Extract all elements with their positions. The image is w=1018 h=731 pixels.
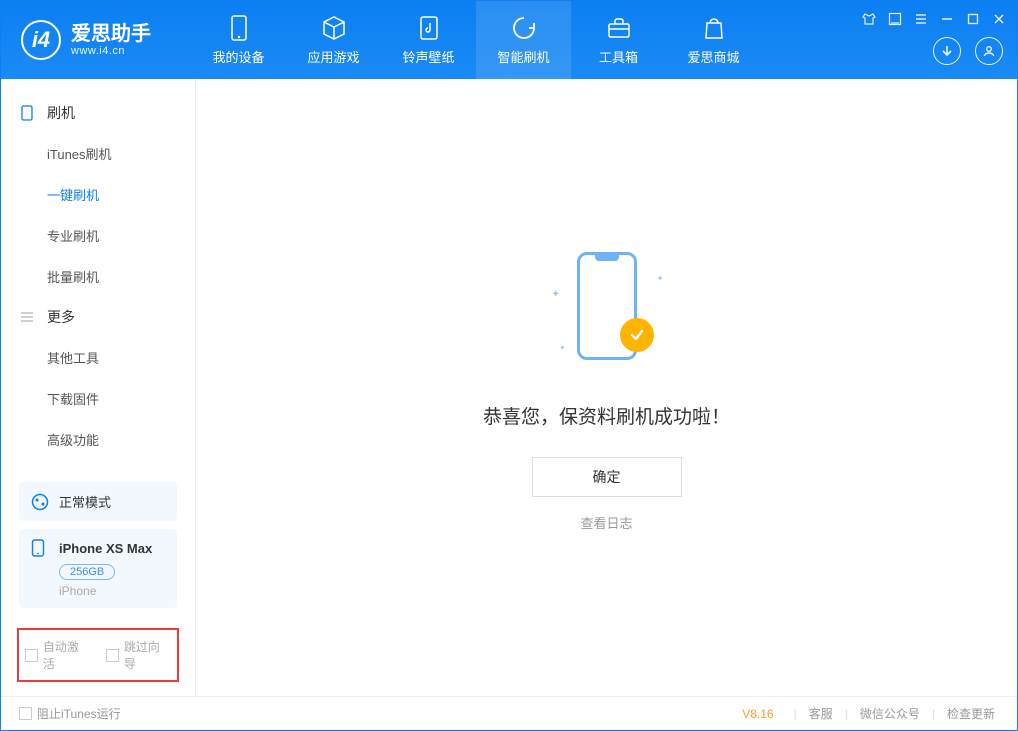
view-log-link[interactable]: 查看日志: [580, 513, 632, 532]
nav-tab-store[interactable]: 爱思商城: [666, 1, 761, 79]
version-label: V8.16: [742, 707, 773, 721]
toolbox-icon: [606, 15, 632, 41]
feedback-icon[interactable]: [887, 11, 903, 27]
header: i4 爱思助手 www.i4.cn 我的设备 应用游戏 铃声壁纸 智能刷机: [1, 1, 1017, 79]
header-actions: [933, 37, 1003, 65]
sidebar-item-other-tools[interactable]: 其他工具: [1, 337, 195, 378]
list-icon: [19, 309, 35, 325]
sidebar-item-pro-flash[interactable]: 专业刷机: [1, 215, 195, 256]
sparkle-icon: ✦: [657, 274, 664, 283]
success-illustration: ✦ ✦ ✦: [542, 244, 672, 374]
window-controls: [861, 11, 1007, 27]
device-name: iPhone XS Max: [59, 541, 152, 556]
body: 刷机 iTunes刷机 一键刷机 专业刷机 批量刷机 更多 其他工具 下载固件 …: [1, 79, 1017, 696]
success-message: 恭喜您，保资料刷机成功啦！: [483, 402, 730, 429]
nav-tab-smart-flash[interactable]: 智能刷机: [476, 1, 571, 79]
checkbox-icon: [106, 649, 119, 662]
user-button[interactable]: [975, 37, 1003, 65]
main-content: ✦ ✦ ✦ 恭喜您，保资料刷机成功啦！ 确定 查看日志: [196, 79, 1017, 696]
nav-tab-apps-games[interactable]: 应用游戏: [286, 1, 381, 79]
checkbox-icon: [25, 649, 38, 662]
app-window: i4 爱思助手 www.i4.cn 我的设备 应用游戏 铃声壁纸 智能刷机: [0, 0, 1018, 731]
logo-icon: i4: [21, 20, 61, 60]
refresh-shield-icon: [511, 15, 537, 41]
mode-icon: [31, 493, 49, 511]
status-link-wechat[interactable]: 微信公众号: [856, 705, 924, 722]
checkbox-auto-activate[interactable]: 自动激活: [25, 638, 90, 672]
device-icon: [31, 539, 49, 557]
status-link-check-update[interactable]: 检查更新: [943, 705, 999, 722]
checkbox-icon: [19, 707, 32, 720]
minimize-button[interactable]: [939, 11, 955, 27]
sidebar-section-flash[interactable]: 刷机: [1, 93, 195, 133]
logo-subtitle: www.i4.cn: [71, 45, 151, 57]
maximize-button[interactable]: [965, 11, 981, 27]
status-link-support[interactable]: 客服: [805, 705, 837, 722]
nav-tabs: 我的设备 应用游戏 铃声壁纸 智能刷机 工具箱 爱思商城: [191, 1, 761, 79]
ok-button[interactable]: 确定: [532, 457, 682, 497]
device-type: iPhone: [59, 584, 165, 598]
shirt-icon[interactable]: [861, 11, 877, 27]
device-storage: 256GB: [59, 564, 115, 580]
menu-icon[interactable]: [913, 11, 929, 27]
checkbox-skip-guide[interactable]: 跳过向导: [106, 638, 171, 672]
sidebar-section-more[interactable]: 更多: [1, 297, 195, 337]
phone-icon: [226, 15, 252, 41]
logo-area: i4 爱思助手 www.i4.cn: [1, 20, 191, 60]
status-bar: 阻止iTunes运行 V8.16 | 客服 | 微信公众号 | 检查更新: [1, 696, 1017, 730]
close-button[interactable]: [991, 11, 1007, 27]
sparkle-icon: ✦: [552, 289, 560, 300]
cube-icon: [321, 15, 347, 41]
logo-title: 爱思助手: [71, 23, 151, 45]
mode-indicator[interactable]: 正常模式: [19, 482, 177, 521]
sidebar-item-batch-flash[interactable]: 批量刷机: [1, 256, 195, 297]
download-button[interactable]: [933, 37, 961, 65]
sidebar-item-download-firmware[interactable]: 下载固件: [1, 378, 195, 419]
sidebar: 刷机 iTunes刷机 一键刷机 专业刷机 批量刷机 更多 其他工具 下载固件 …: [1, 79, 196, 696]
nav-tab-toolbox[interactable]: 工具箱: [571, 1, 666, 79]
sidebar-item-advanced[interactable]: 高级功能: [1, 419, 195, 460]
device-panel[interactable]: iPhone XS Max 256GB iPhone: [19, 529, 177, 608]
nav-tab-ringtones-wallpapers[interactable]: 铃声壁纸: [381, 1, 476, 79]
bag-icon: [701, 15, 727, 41]
sidebar-item-itunes-flash[interactable]: iTunes刷机: [1, 133, 195, 174]
checkbox-block-itunes[interactable]: 阻止iTunes运行: [19, 705, 121, 722]
phone-small-icon: [19, 105, 35, 121]
sparkle-icon: ✦: [560, 344, 566, 352]
sidebar-item-oneclick-flash[interactable]: 一键刷机: [1, 174, 195, 215]
success-check-icon: [620, 318, 654, 352]
highlighted-options: 自动激活 跳过向导: [17, 628, 179, 682]
music-file-icon: [416, 15, 442, 41]
nav-tab-my-device[interactable]: 我的设备: [191, 1, 286, 79]
